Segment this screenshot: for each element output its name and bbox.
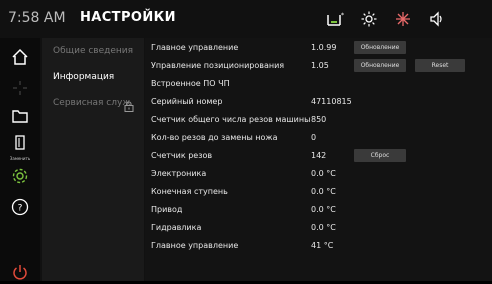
chart-star-icon[interactable]: * xyxy=(318,8,352,30)
power-icon[interactable] xyxy=(8,260,32,284)
row-value: 0.0 °C xyxy=(311,205,336,214)
reset-counter-button[interactable]: Сброс xyxy=(354,149,406,162)
row-value: 0 xyxy=(311,133,317,142)
row-label: Электроника xyxy=(151,169,207,178)
info-row: Электроника 0.0 °C xyxy=(151,167,491,184)
row-label: Счетчик общего числа резов машины xyxy=(151,115,311,124)
row-label: Кол-во резов до замены ножа xyxy=(151,133,278,142)
svg-text:?: ? xyxy=(18,204,23,214)
update-button[interactable]: Обновление xyxy=(354,41,406,54)
knife-label: Заменить xyxy=(9,156,31,161)
reset-button[interactable]: Reset xyxy=(415,59,465,72)
knife-icon[interactable] xyxy=(8,132,32,156)
row-value: 850 xyxy=(311,115,327,124)
info-row: Счетчик общего числа резов машины 850 xyxy=(151,113,491,130)
info-row: Счетчик резов 142 Сброс xyxy=(151,149,491,166)
row-value: 0.0 °C xyxy=(311,223,336,232)
row-label: Счетчик резов xyxy=(151,151,213,160)
info-row: Конечная ступень 0.0 °C xyxy=(151,185,491,202)
lock-icon xyxy=(124,97,134,116)
row-value: 47110815 xyxy=(311,97,352,106)
row-label: Привод xyxy=(151,205,183,214)
nav-item-information[interactable]: Информация xyxy=(53,72,114,82)
row-value: 0.0 °C xyxy=(311,187,336,196)
gear-icon[interactable] xyxy=(8,164,32,188)
sound-icon[interactable] xyxy=(420,8,454,30)
row-value: 0.0 °C xyxy=(311,169,336,178)
icon-sidebar: Заменить ? xyxy=(0,38,40,281)
info-row: Гидравлика 0.0 °C xyxy=(151,221,491,238)
info-row: Серийный номер 47110815 xyxy=(151,95,491,112)
info-panel: Главное управление 1.0.99 Обновление Упр… xyxy=(145,38,492,281)
sparkle-icon[interactable] xyxy=(8,76,32,100)
row-label: Главное управление xyxy=(151,43,239,52)
folder-icon[interactable] xyxy=(8,104,32,128)
nav-item-service[interactable]: Сервисная служба xyxy=(53,98,131,108)
row-label: Управление позиционирования xyxy=(151,61,285,70)
clock: 7:58 AM xyxy=(8,10,66,26)
settings-nav: Общие сведения Информация Сервисная служ… xyxy=(42,38,144,281)
page-title: НАСТРОЙКИ xyxy=(80,10,176,25)
home-icon[interactable] xyxy=(8,45,32,69)
row-value: 41 °C xyxy=(311,241,334,250)
nav-item-general[interactable]: Общие сведения xyxy=(53,46,133,56)
row-value: 1.0.99 xyxy=(311,43,337,52)
info-row: Кол-во резов до замены ножа 0 xyxy=(151,131,491,148)
info-row: Главное управление 1.0.99 Обновление xyxy=(151,41,491,58)
row-label: Серийный номер xyxy=(151,97,223,106)
info-row: Управление позиционирования 1.05 Обновле… xyxy=(151,59,491,76)
update-button[interactable]: Обновление xyxy=(354,59,406,72)
svg-text:*: * xyxy=(341,12,344,19)
info-row: Привод 0.0 °C xyxy=(151,203,491,220)
row-label: Главное управление xyxy=(151,241,239,250)
row-value: 142 xyxy=(311,151,327,160)
status-icons: * xyxy=(318,8,454,30)
help-icon[interactable]: ? xyxy=(8,195,32,219)
info-row: Встроенное ПО ЧП xyxy=(151,77,491,94)
row-label: Конечная ступень xyxy=(151,187,228,196)
top-bar: 7:58 AM НАСТРОЙКИ * xyxy=(0,0,492,38)
row-label: Встроенное ПО ЧП xyxy=(151,79,230,88)
sun-icon[interactable] xyxy=(352,8,386,30)
snowflake-icon[interactable] xyxy=(386,8,420,30)
info-row: Главное управление 41 °C xyxy=(151,239,491,256)
row-label: Гидравлика xyxy=(151,223,202,232)
row-value: 1.05 xyxy=(311,61,329,70)
settings-screen: 7:58 AM НАСТРОЙКИ * Заменить ? Общие све… xyxy=(0,0,492,281)
